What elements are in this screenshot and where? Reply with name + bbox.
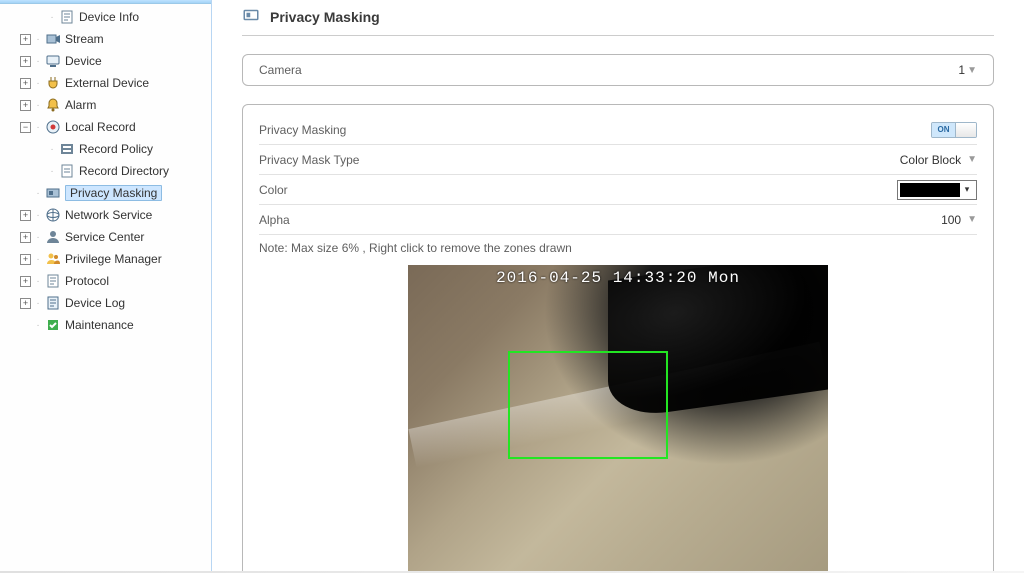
sidebar-item-record-directory[interactable]: ·Record Directory [0,160,211,182]
sidebar: ·Device Info+·Stream+·Device+·External D… [0,0,212,573]
alpha-label: Alpha [259,213,290,227]
sidebar-item-device-info[interactable]: ·Device Info [0,6,211,28]
chevron-down-icon: ▼ [967,154,977,165]
plug-icon [45,75,61,91]
folder-icon [59,163,75,179]
camera-label: Camera [259,63,302,77]
sidebar-scroll[interactable]: ·Device Info+·Stream+·Device+·External D… [0,4,211,573]
device-icon [45,53,61,69]
sidebar-item-label: Stream [65,32,104,46]
main-content: Privacy Masking Camera 1 ▼ Privacy Maski… [212,0,1024,573]
expand-icon[interactable]: + [20,298,31,309]
sidebar-item-label: External Device [65,76,149,90]
network-icon [45,207,61,223]
sidebar-item-local-record[interactable]: −·Local Record [0,116,211,138]
expand-icon[interactable]: + [20,232,31,243]
sidebar-item-alarm[interactable]: +·Alarm [0,94,211,116]
sidebar-item-privilege-manager[interactable]: +·Privilege Manager [0,248,211,270]
privacy-masking-toggle[interactable]: ON [931,122,977,138]
mask-type-value: Color Block [900,153,961,167]
row-alpha[interactable]: Alpha 100 ▼ [259,205,977,235]
caret-down-icon: ▾ [960,184,974,195]
page-icon [59,9,75,25]
row-color: Color ▾ [259,175,977,205]
sidebar-item-label: Alarm [65,98,96,112]
sidebar-item-label: Record Directory [79,164,169,178]
sidebar-item-stream[interactable]: +·Stream [0,28,211,50]
tree-joint-icon [34,12,45,23]
color-swatch [900,183,960,197]
record-icon [45,119,61,135]
page-title-bar: Privacy Masking [242,0,994,36]
camera-value: 1 [958,63,965,77]
video-wrap: 2016-04-25 14:33:20 Mon [259,265,977,573]
maint-icon [45,317,61,333]
sidebar-item-label: Network Service [65,208,152,222]
user-icon [45,229,61,245]
row-mask-type[interactable]: Privacy Mask Type Color Block ▼ [259,145,977,175]
note-row: Note: Max size 6% , Right click to remov… [259,235,977,265]
expand-icon[interactable]: + [20,34,31,45]
sidebar-item-label: Privilege Manager [65,252,162,266]
sidebar-item-label: Device [65,54,102,68]
privacy-masking-label: Privacy Masking [259,123,346,137]
sidebar-item-service-center[interactable]: +·Service Center [0,226,211,248]
sidebar-item-label: Record Policy [79,142,153,156]
policy-icon [59,141,75,157]
expand-icon[interactable]: + [20,210,31,221]
chevron-down-icon: ▼ [967,65,977,76]
sidebar-item-privacy-masking[interactable]: ·Privacy Masking [0,182,211,204]
alpha-value: 100 [941,213,961,227]
note-text: Note: Max size 6% , Right click to remov… [259,241,572,255]
chevron-down-icon: ▼ [967,214,977,225]
bell-icon [45,97,61,113]
sidebar-item-label: Maintenance [65,318,134,332]
expand-icon[interactable]: + [20,276,31,287]
tree-joint-icon [20,188,31,199]
camera-selector[interactable]: Camera 1 ▼ [242,54,994,86]
users-icon [45,251,61,267]
sidebar-item-label: Service Center [65,230,144,244]
sidebar-item-label: Device Log [65,296,125,310]
sidebar-item-network-service[interactable]: +·Network Service [0,204,211,226]
expand-icon[interactable]: + [20,100,31,111]
mask-zone[interactable] [508,351,668,459]
sidebar-item-label: Local Record [65,120,136,134]
privacy-masking-title-icon [242,6,260,27]
row-privacy-masking: Privacy Masking ON [259,115,977,145]
sidebar-item-label: Protocol [65,274,109,288]
log-icon [45,295,61,311]
tree-joint-icon [20,320,31,331]
collapse-icon[interactable]: − [20,122,31,133]
sidebar-item-external-device[interactable]: +·External Device [0,72,211,94]
expand-icon[interactable]: + [20,56,31,67]
sidebar-item-maintenance[interactable]: ·Maintenance [0,314,211,336]
mask-type-label: Privacy Mask Type [259,153,359,167]
nav-tree: ·Device Info+·Stream+·Device+·External D… [0,4,211,338]
toggle-knob [956,123,976,137]
settings-panel: Privacy Masking ON Privacy Mask Type Col… [242,104,994,573]
camera-value-wrap: 1 ▼ [958,63,977,77]
sidebar-item-device[interactable]: +·Device [0,50,211,72]
toggle-on-text: ON [932,123,956,137]
color-select[interactable]: ▾ [897,180,977,200]
color-label: Color [259,183,288,197]
sidebar-item-label: Privacy Masking [65,185,162,201]
sidebar-item-label: Device Info [79,10,139,24]
sidebar-item-record-policy[interactable]: ·Record Policy [0,138,211,160]
expand-icon[interactable]: + [20,254,31,265]
video-timestamp: 2016-04-25 14:33:20 Mon [408,269,828,287]
sidebar-item-protocol[interactable]: +·Protocol [0,270,211,292]
expand-icon[interactable]: + [20,78,31,89]
mask-icon [45,185,61,201]
video-feed[interactable]: 2016-04-25 14:33:20 Mon [408,265,828,573]
tree-joint-icon [34,166,45,177]
stream-icon [45,31,61,47]
page-icon [45,273,61,289]
sidebar-item-device-log[interactable]: +·Device Log [0,292,211,314]
page-title: Privacy Masking [270,9,380,25]
tree-joint-icon [34,144,45,155]
